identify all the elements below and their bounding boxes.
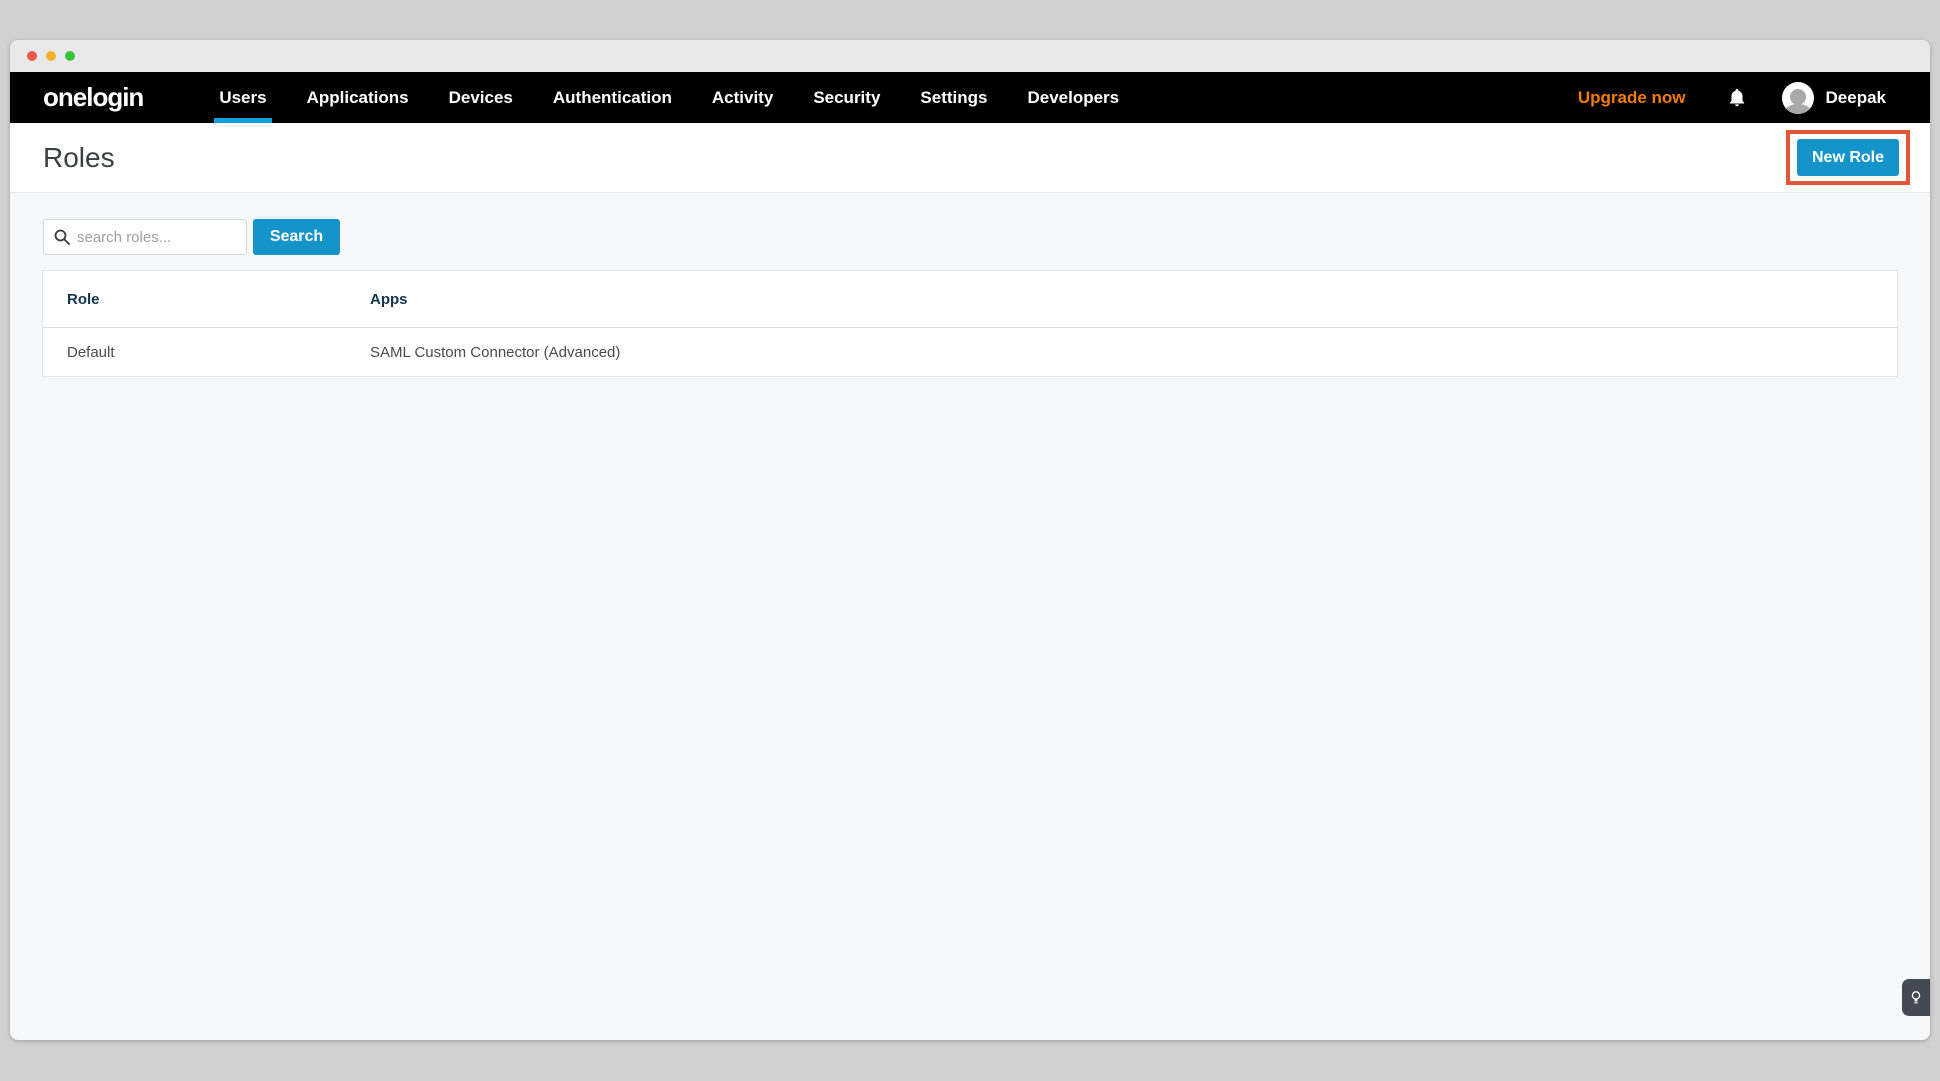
window-maximize-button[interactable] <box>65 51 75 61</box>
nav-items: Users Applications Devices Authenticatio… <box>199 72 1139 123</box>
bell-icon[interactable] <box>1726 86 1748 110</box>
search-button[interactable]: Search <box>253 219 340 255</box>
nav-item-applications[interactable]: Applications <box>287 72 429 123</box>
user-name[interactable]: Deepak <box>1826 88 1886 108</box>
table-row[interactable]: Default SAML Custom Connector (Advanced) <box>43 327 1897 376</box>
nav-item-activity[interactable]: Activity <box>692 72 793 123</box>
top-navbar: onelogin Users Applications Devices Auth… <box>10 72 1930 123</box>
nav-item-devices[interactable]: Devices <box>429 72 533 123</box>
nav-item-authentication[interactable]: Authentication <box>533 72 692 123</box>
nav-item-users[interactable]: Users <box>199 72 286 123</box>
column-header-role: Role <box>43 291 370 308</box>
page-header: Roles New Role <box>10 123 1930 193</box>
help-widget-button[interactable] <box>1902 979 1930 1016</box>
nav-item-developers[interactable]: Developers <box>1007 72 1139 123</box>
window-titlebar <box>10 40 1930 72</box>
avatar-silhouette-head <box>1790 89 1806 105</box>
onelogin-logo[interactable]: onelogin <box>43 82 143 113</box>
browser-window: onelogin Users Applications Devices Auth… <box>10 40 1930 1040</box>
avatar-silhouette-body <box>1784 104 1812 114</box>
page-title: Roles <box>43 142 115 174</box>
navbar-right: Upgrade now Deepak <box>1578 82 1886 114</box>
upgrade-now-link[interactable]: Upgrade now <box>1578 88 1686 108</box>
content-area: Search Role Apps Default SAML Custom Con… <box>10 193 1930 377</box>
table-header-row: Role Apps <box>43 271 1897 327</box>
column-header-apps: Apps <box>370 291 1897 308</box>
search-roles-input[interactable] <box>43 219 247 255</box>
search-row: Search <box>43 219 1898 255</box>
user-avatar[interactable] <box>1782 82 1814 114</box>
apps-cell: SAML Custom Connector (Advanced) <box>370 344 1897 361</box>
nav-item-security[interactable]: Security <box>793 72 900 123</box>
window-minimize-button[interactable] <box>46 51 56 61</box>
annotation-highlight-box: New Role <box>1786 130 1910 185</box>
role-cell: Default <box>43 344 370 361</box>
nav-item-settings[interactable]: Settings <box>900 72 1007 123</box>
window-close-button[interactable] <box>27 51 37 61</box>
new-role-button[interactable]: New Role <box>1797 139 1899 176</box>
lightbulb-icon <box>1910 990 1922 1006</box>
search-input-wrap <box>43 219 247 255</box>
roles-table: Role Apps Default SAML Custom Connector … <box>42 270 1898 377</box>
